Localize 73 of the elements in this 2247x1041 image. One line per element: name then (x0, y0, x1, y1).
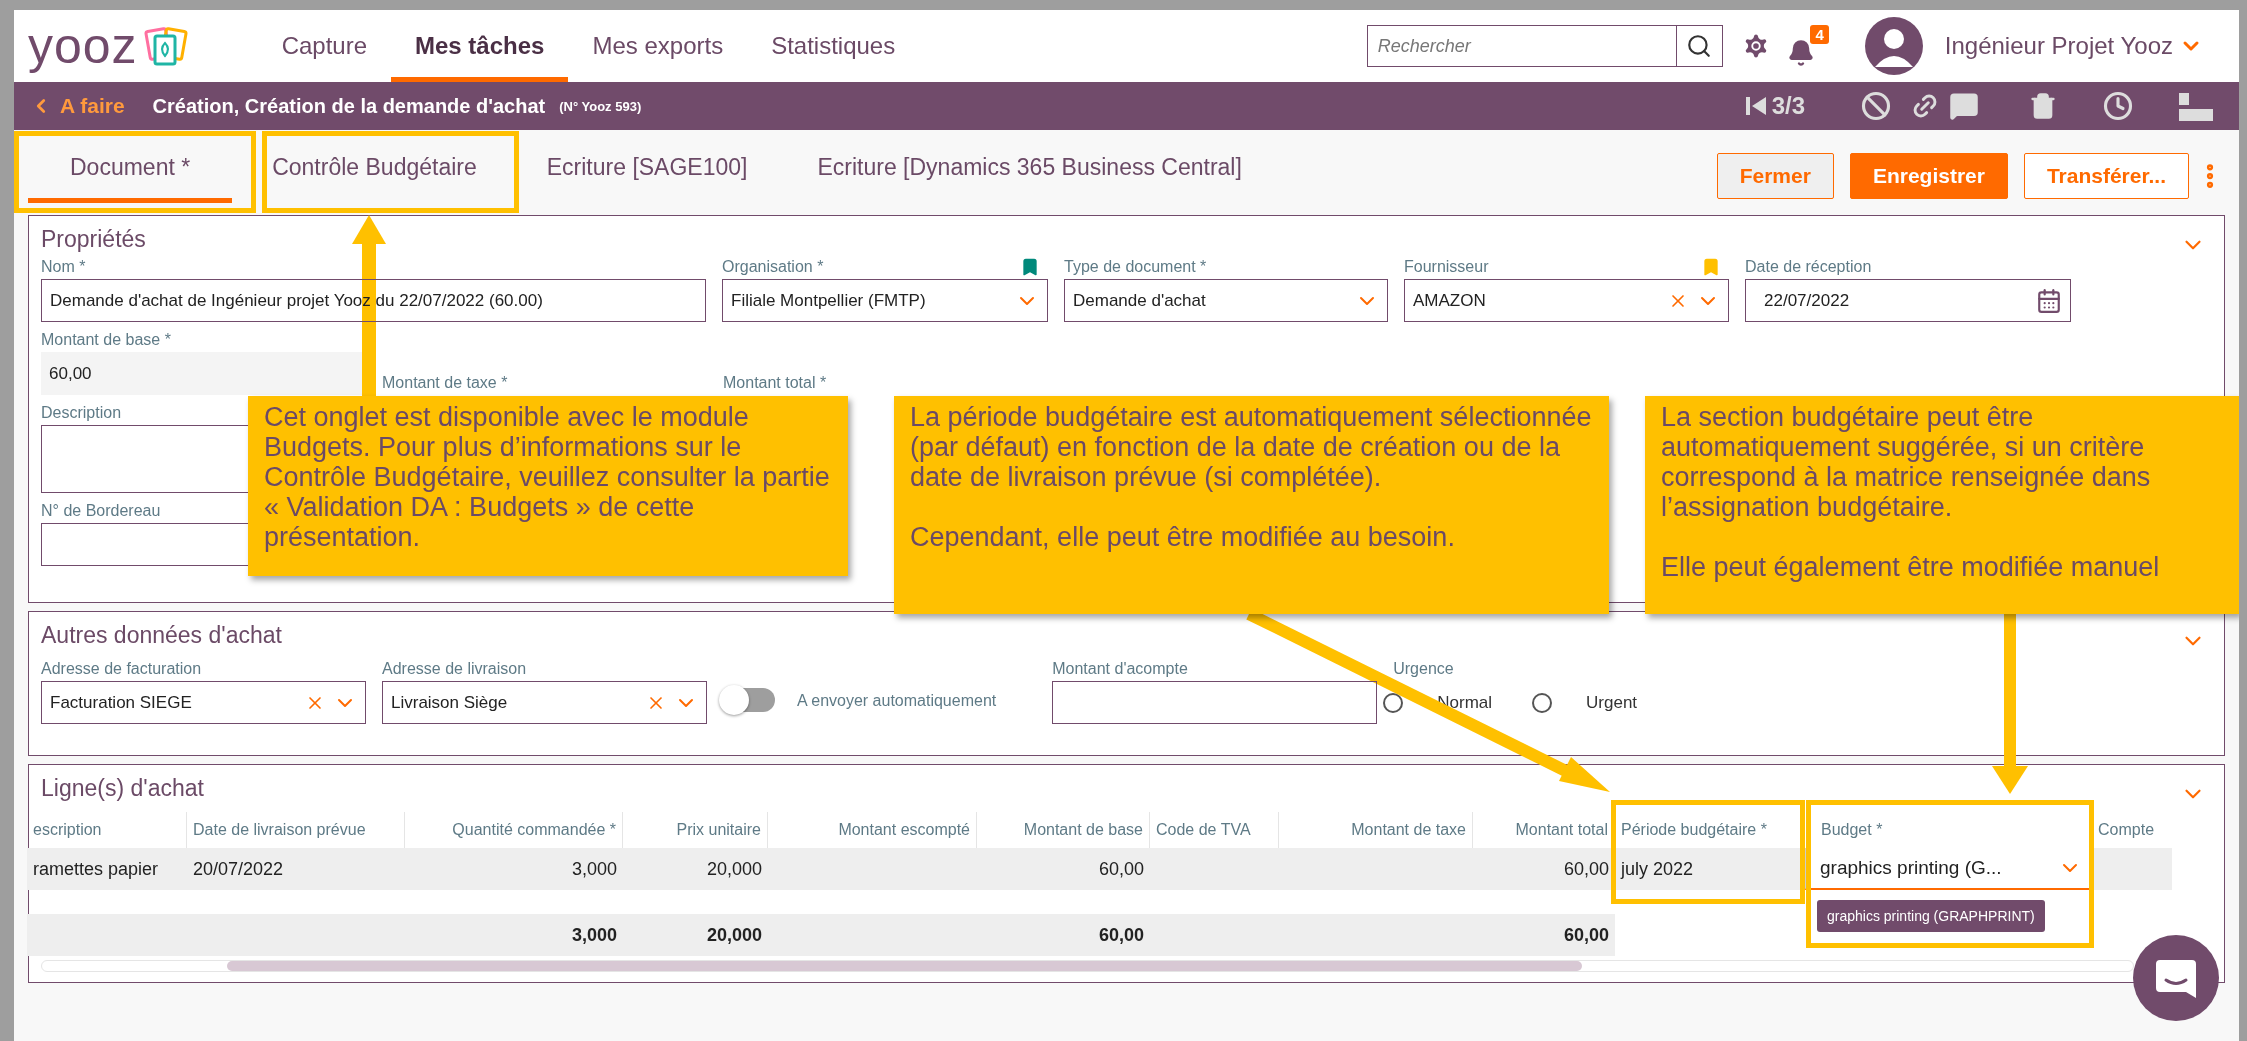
nav-link[interactable]: Mes exports (568, 10, 748, 82)
first-page-icon[interactable] (1743, 94, 1768, 118)
field-label: Adresse de facturation (41, 660, 202, 678)
radio-button[interactable] (1383, 692, 1404, 713)
document-reference: (N° Yooz 593) (559, 98, 642, 114)
field-label: Montant de base * (41, 331, 171, 349)
field-label: Montant de taxe * (382, 374, 508, 392)
callout-text: Cet onglet est disponible avec le module Budgets. Pour plus d’informations sur le Contrôle Budgétaire, veuillez consulter la partie « Validation DA : Budgets » de cette présentation. (264, 402, 831, 552)
clock-icon[interactable] (2103, 91, 2133, 121)
tab[interactable]: Ecriture [Dynamics 365 Business Central] (787, 136, 1272, 203)
notification-badge: 4 (1810, 25, 1829, 44)
total-cell: 20,000 (623, 914, 768, 956)
table-cell: 3,000 (405, 848, 623, 890)
tab[interactable]: Document * (28, 136, 233, 203)
total-cell: 3,000 (405, 914, 623, 956)
toggle-label: A envoyer automatiquement (797, 692, 997, 710)
field-label: Montant d'acompte (1052, 660, 1188, 678)
select-field[interactable]: AMAZON (1404, 279, 1729, 322)
layout-icon[interactable] (2179, 91, 2213, 121)
field-label: Description (41, 404, 122, 422)
field-label: N° de Bordereau (41, 502, 161, 520)
text-field[interactable] (1052, 681, 1378, 724)
trash-icon[interactable] (2029, 92, 2057, 120)
callout-text: Cependant, elle peut être modifiée au besoin. (910, 522, 1456, 552)
section-title: Propriétés (41, 226, 146, 253)
nav-link[interactable]: Capture (257, 10, 391, 82)
select-field[interactable]: Facturation SIEGE (41, 681, 366, 724)
page-title: Création, Création de la demande d'achat (152, 94, 546, 118)
field-label: Type de document * (1064, 258, 1207, 276)
budget-select[interactable]: graphics printing (G... (1805, 848, 2092, 890)
table-cell: 20/07/2022 (187, 848, 405, 890)
field-label: Montant total * (723, 374, 827, 392)
bookmark-icon[interactable] (1020, 257, 1040, 277)
select-field[interactable]: Livraison Siège (382, 681, 707, 724)
field-label: Urgence (1393, 660, 1454, 678)
tab[interactable]: Contrôle Budgétaire (242, 136, 507, 203)
radio-label: Urgent (1586, 692, 1638, 713)
user-menu[interactable]: Ingénieur Projet Yooz (1938, 31, 2209, 61)
radio-button[interactable] (1532, 692, 1553, 713)
search-icon[interactable] (1686, 33, 1713, 59)
field-label: Date de réception (1745, 258, 1872, 276)
link-icon[interactable] (1911, 92, 1939, 120)
total-cell: 60,00 (1473, 914, 1615, 956)
table-cell: 60,00 (977, 848, 1150, 890)
table-cell: ramettes papier (27, 848, 187, 890)
field-label: Organisation * (722, 258, 824, 276)
bell-icon[interactable] (1786, 39, 1815, 67)
calendar-icon[interactable] (2036, 287, 2062, 314)
date-field[interactable]: 22/07/2022 (1745, 279, 2071, 322)
cards-logo-icon (143, 24, 188, 68)
select-field[interactable]: Filiale Montpellier (FMTP) (722, 279, 1048, 322)
tab[interactable]: Ecriture [SAGE100] (516, 136, 778, 203)
field-label: Fournisseur (1404, 258, 1489, 276)
field-label: Nom * (41, 258, 86, 276)
avatar-icon[interactable] (1864, 17, 1923, 75)
section-title: Ligne(s) d'achat (41, 775, 204, 802)
pager-button[interactable]: 3/3 (1737, 91, 1811, 121)
select-field[interactable]: Demande d'achat (1064, 279, 1388, 322)
callout-text: Elle peut également être modifiée manuel (1661, 552, 2161, 582)
callout-text: La période budgétaire est automatiquement sélectionnée (par défaut) en fonction de la date de création ou de la date de livraison prévue (si complétée). (910, 402, 1593, 492)
section-title: Autres données d'achat (41, 622, 282, 649)
tooltip: graphics printing (GRAPHPRINT) (1817, 900, 2045, 932)
callout-text: La section budgétaire peut être automatiquement suggérée, si un critère correspond à la matrice renseignée dans l’assignation budgétaire. (1661, 402, 2152, 522)
search-field[interactable]: Rechercher (1366, 25, 1677, 67)
nav-link[interactable]: Statistiques (747, 10, 920, 82)
total-cell: 60,00 (977, 914, 1150, 956)
table-cell: 20,000 (623, 848, 768, 890)
field-label: Adresse de livraison (382, 660, 527, 678)
block-icon[interactable] (1861, 91, 1891, 121)
search-button[interactable] (1676, 25, 1723, 67)
column-header[interactable]: Compte (2092, 812, 2172, 848)
comment-icon[interactable] (1949, 91, 1979, 121)
logo[interactable]: yooz (28, 21, 138, 71)
